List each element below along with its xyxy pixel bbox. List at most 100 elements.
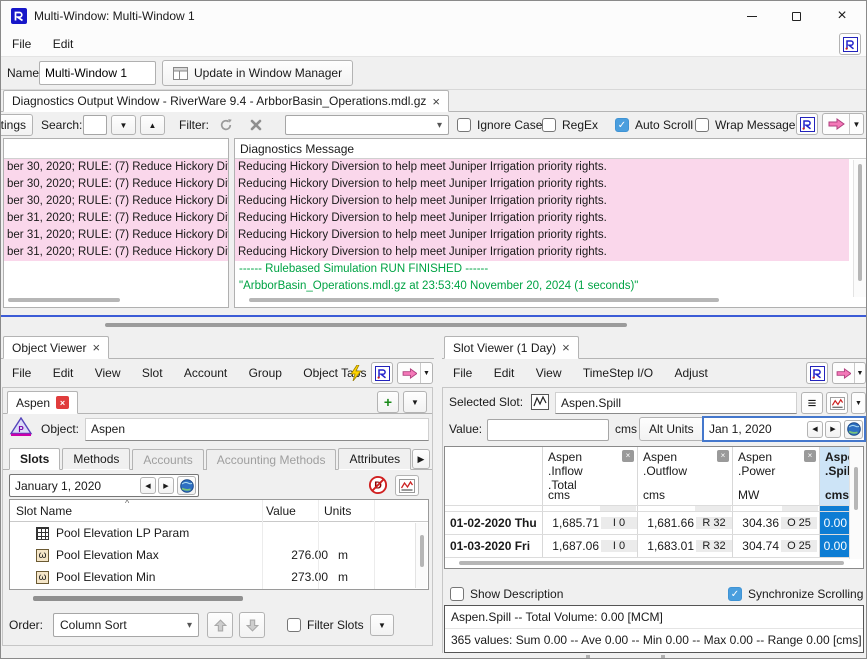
settings-button[interactable]: Settings: [0, 114, 33, 136]
table-row[interactable]: 01-02-2020 Thu 1,685.71 I 0 1,681.66 R 3…: [445, 511, 850, 534]
context-row[interactable]: ber 31, 2020; RULE: (7) Reduce Hickory D…: [4, 227, 228, 244]
message-row[interactable]: Reducing Hickory Diversion to help meet …: [235, 176, 849, 193]
update-window-manager-button[interactable]: Update in Window Manager: [162, 60, 353, 86]
synchronize-scrolling-checkbox[interactable]: ✓: [728, 587, 742, 601]
status-row[interactable]: ------ Rulebased Simulation RUN FINISHED…: [235, 261, 849, 278]
sv-menu-edit[interactable]: Edit: [485, 359, 524, 387]
tab-methods[interactable]: Methods: [62, 448, 130, 470]
split-caret-icon[interactable]: ▼: [854, 363, 865, 383]
message-row[interactable]: Reducing Hickory Diversion to help meet …: [235, 159, 849, 176]
menu-file[interactable]: File: [3, 31, 40, 57]
context-hscrollbar[interactable]: [8, 298, 120, 302]
ov-menu-account[interactable]: Account: [175, 359, 236, 387]
message-row[interactable]: Reducing Hickory Diversion to help meet …: [235, 193, 849, 210]
object-viewer-tab[interactable]: Object Viewer ×: [3, 336, 109, 359]
menu-edit[interactable]: Edit: [44, 31, 83, 57]
refresh-filter-button[interactable]: [215, 115, 237, 135]
ov-diagnostics-split-button[interactable]: ▼: [397, 362, 433, 384]
filter-slots-menu-button[interactable]: ▼: [370, 614, 394, 636]
plot-slots-button[interactable]: [395, 475, 419, 496]
splitter-handle[interactable]: [105, 323, 627, 327]
object-name-field[interactable]: Aspen: [85, 418, 429, 441]
column-header-inflow[interactable]: Aspen .Inflow .Total cms ×: [543, 447, 637, 505]
message-vscrollbar[interactable]: [853, 160, 866, 297]
tab-attributes[interactable]: Attributes: [338, 448, 411, 470]
run-button[interactable]: [345, 362, 367, 384]
slot-row[interactable]: ω Pool Elevation Max 276.00 m: [10, 544, 428, 566]
message-row[interactable]: Reducing Hickory Diversion to help meet …: [235, 210, 849, 227]
context-row[interactable]: ber 30, 2020; RULE: (7) Reduce Hickory D…: [4, 159, 228, 176]
date-next-button[interactable]: ▶: [825, 421, 841, 438]
diagnostics-context-pane[interactable]: ber 30, 2020; RULE: (7) Reduce Hickory D…: [3, 138, 229, 308]
slot-list-button[interactable]: ≡: [801, 392, 823, 414]
tab-accounts[interactable]: Accounts: [132, 449, 203, 470]
tab-slots[interactable]: Slots: [9, 448, 60, 470]
column-header-spill[interactable]: Aspen .Spill cms: [820, 447, 850, 505]
slot-viewer-tab[interactable]: Slot Viewer (1 Day) ×: [444, 336, 579, 359]
diagnostics-riverware-button[interactable]: [796, 113, 818, 135]
ov-date-field[interactable]: January 1, 2020 ◀ ▶: [9, 474, 199, 497]
selected-slot-field[interactable]: Aspen.Spill: [555, 392, 797, 414]
context-row[interactable]: ber 30, 2020; RULE: (7) Reduce Hickory D…: [4, 176, 228, 193]
column-close-icon[interactable]: ×: [622, 450, 634, 462]
clear-filter-button[interactable]: [245, 115, 267, 135]
date-prev-button[interactable]: ◀: [807, 421, 823, 438]
date-globe-button[interactable]: [844, 420, 863, 439]
date-globe-button[interactable]: [177, 476, 196, 495]
context-row[interactable]: ber 30, 2020; RULE: (7) Reduce Hickory D…: [4, 193, 228, 210]
horizontal-splitter[interactable]: [1, 319, 867, 331]
message-hscrollbar[interactable]: [249, 298, 719, 302]
column-close-icon[interactable]: ×: [804, 450, 816, 462]
split-caret-icon[interactable]: ▼: [420, 363, 432, 383]
col-units[interactable]: Units: [316, 504, 372, 518]
ov-menu-file[interactable]: File: [3, 359, 40, 387]
sv-date-field[interactable]: Jan 1, 2020 ◀ ▶: [702, 416, 866, 442]
selected-cell[interactable]: 0.00: [820, 512, 850, 534]
sv-menu-adjust[interactable]: Adjust: [665, 359, 716, 387]
diagnostics-manager-split-button[interactable]: ▼: [822, 113, 864, 135]
ov-riverware-button[interactable]: [371, 362, 393, 384]
ov-menu-view[interactable]: View: [86, 359, 130, 387]
vertical-splitter[interactable]: [434, 331, 442, 659]
add-object-tab-button[interactable]: +: [377, 391, 399, 413]
riverware-window-button[interactable]: [839, 33, 861, 55]
context-row[interactable]: ber 31, 2020; RULE: (7) Reduce Hickory D…: [4, 210, 228, 227]
filter-slots-checkbox[interactable]: [287, 618, 301, 632]
show-description-checkbox[interactable]: [450, 587, 464, 601]
search-input[interactable]: [83, 115, 107, 135]
slot-table-vscrollbar[interactable]: [415, 523, 427, 588]
sv-riverware-button[interactable]: [806, 362, 828, 384]
slot-row[interactable]: ω Pool Elevation Min 273.00 m: [10, 566, 428, 588]
ov-menu-group[interactable]: Group: [240, 359, 291, 387]
slot-diagnostics-off-icon[interactable]: D: [368, 475, 389, 496]
slot-table-hscrollbar[interactable]: [9, 595, 429, 602]
minimize-button[interactable]: [729, 1, 775, 31]
sv-menu-timestep-io[interactable]: TimeStep I/O: [574, 359, 662, 387]
message-row[interactable]: Reducing Hickory Diversion to help meet …: [235, 244, 849, 261]
maximize-button[interactable]: [773, 1, 819, 31]
diagnostics-message-pane[interactable]: Diagnostics Message Reducing Hickory Div…: [234, 138, 867, 308]
date-next-button[interactable]: ▶: [158, 477, 174, 494]
diagnostics-tab[interactable]: Diagnostics Output Window - RiverWare 9.…: [3, 90, 449, 112]
slot-options-button[interactable]: ▼: [851, 392, 866, 414]
sv-menu-view[interactable]: View: [527, 359, 571, 387]
context-row[interactable]: ber 31, 2020; RULE: (7) Reduce Hickory D…: [4, 244, 228, 261]
sv-table-vscrollbar[interactable]: [849, 447, 862, 559]
column-close-icon[interactable]: ×: [717, 450, 729, 462]
tab-accounting-methods[interactable]: Accounting Methods: [206, 449, 337, 470]
ov-menu-edit[interactable]: Edit: [44, 359, 83, 387]
sv-table-hscrollbar[interactable]: [445, 559, 864, 568]
selected-cell[interactable]: 0.00: [820, 535, 850, 557]
table-row[interactable]: 01-03-2020 Fri 1,687.06 I 0 1,683.01 R 3…: [445, 534, 850, 557]
date-prev-button[interactable]: ◀: [140, 477, 156, 494]
search-prev-button[interactable]: ▲: [140, 115, 165, 135]
order-combobox[interactable]: Column Sort ▾: [53, 613, 199, 637]
message-row[interactable]: Reducing Hickory Diversion to help meet …: [235, 227, 849, 244]
status-row[interactable]: "ArbborBasin_Operations.mdl.gz at 23:53:…: [235, 278, 849, 295]
slot-viewer-tab-close-icon[interactable]: ×: [562, 340, 570, 355]
plot-slot-button[interactable]: [826, 392, 848, 414]
col-slot-name[interactable]: Slot Name: [10, 504, 260, 518]
filter-combobox[interactable]: ▾: [285, 115, 449, 135]
column-header-outflow[interactable]: Aspen .Outflow cms ×: [638, 447, 732, 505]
aspen-tab-close-icon[interactable]: ×: [56, 396, 69, 409]
